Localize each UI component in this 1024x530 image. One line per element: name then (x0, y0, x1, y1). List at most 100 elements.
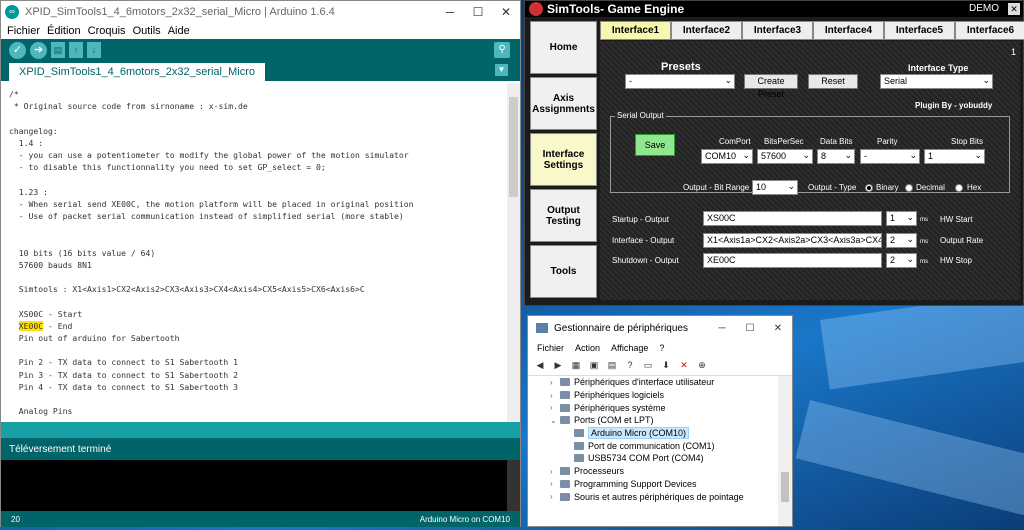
forward-icon[interactable]: ▶ (551, 359, 565, 372)
menu-action[interactable]: Action (575, 343, 600, 353)
tab-interface1[interactable]: Interface1 (600, 21, 671, 40)
tab-interface6[interactable]: Interface6 (955, 21, 1024, 40)
tree-label: USB5734 COM Port (COM4) (588, 453, 704, 464)
presets-select[interactable]: - ⌄ (625, 74, 735, 89)
nav-tools[interactable]: Tools (530, 245, 597, 298)
shutdown-ms-select[interactable]: 2 ⌄ (886, 253, 917, 268)
minimize-button[interactable]: ─ (708, 323, 736, 334)
properties-icon[interactable]: ▤ (605, 359, 619, 372)
interface-ms-value: 2 (890, 235, 896, 245)
stopbits-select[interactable]: 1 ⌄ (924, 149, 985, 164)
simtools-close-button[interactable]: ✕ (1008, 3, 1020, 15)
interface-output-input[interactable]: X1<Axis1a>CX2<Axis2a>CX3<Axis3a>CX4<Axis… (703, 233, 882, 248)
scan-icon[interactable]: ⊕ (695, 359, 709, 372)
tree-item[interactable]: › Programming Support Devices (528, 478, 780, 491)
tree-item[interactable]: › Souris et autres périphériques de point… (528, 490, 780, 503)
nav-home[interactable]: Home (530, 21, 597, 74)
menu-aide[interactable]: Aide (168, 25, 190, 37)
tab-interface3[interactable]: Interface3 (742, 21, 813, 40)
view-icon[interactable]: ▦ (569, 359, 583, 372)
maximize-button[interactable]: ☐ (464, 5, 492, 19)
chevron-down-icon: ⌄ (974, 150, 982, 160)
arduino-titlebar: ∞ XPID_SimTools1_4_6motors_2x32_serial_M… (1, 1, 520, 23)
tab-menu-icon[interactable]: ▼ (495, 64, 508, 76)
startup-input[interactable]: XS00C (703, 211, 882, 226)
menu-affichage[interactable]: Affichage (611, 343, 648, 353)
monitor-icon[interactable]: ▭ (641, 359, 655, 372)
console-scrollbar[interactable] (507, 460, 520, 511)
save-icon[interactable]: ↓ (87, 42, 101, 58)
devmgr-scrollbar[interactable] (778, 376, 792, 526)
line-number: 20 (11, 514, 20, 524)
devmgr-scroll-thumb[interactable] (781, 472, 789, 502)
radio-binary[interactable] (865, 184, 873, 192)
open-icon[interactable]: ↑ (69, 42, 83, 58)
menu-fichier[interactable]: Fichier (537, 343, 564, 353)
menu-croquis[interactable]: Croquis (88, 25, 126, 37)
menu-help[interactable]: ? (659, 343, 664, 353)
startup-ms-select[interactable]: 1 ⌄ (886, 211, 917, 226)
remove-icon[interactable]: ✕ (677, 359, 691, 372)
tree-item[interactable]: Port de communication (COM1) (528, 439, 780, 452)
databits-select[interactable]: 8 ⌄ (817, 149, 855, 164)
menu-fichier[interactable]: Fichier (7, 25, 40, 37)
simtools-window: SimTools - Game Engine DEMO ✕ Home Axis … (524, 0, 1024, 306)
nav-interface-settings[interactable]: Interface Settings (530, 133, 597, 186)
editor-scroll-thumb[interactable] (509, 97, 518, 197)
menu-edition[interactable]: Édition (47, 25, 81, 37)
nav-output-testing[interactable]: Output Testing (530, 189, 597, 242)
tree-item[interactable]: › Périphériques système (528, 401, 780, 414)
back-icon[interactable]: ◀ (533, 359, 547, 372)
code-text[interactable]: /* * Original source code from sirnoname… (1, 83, 520, 422)
update-driver-icon[interactable]: ⬇ (659, 359, 673, 372)
sketch-tab[interactable]: XPID_SimTools1_4_6motors_2x32_serial_Mic… (9, 63, 266, 81)
tree-item[interactable]: › Périphériques logiciels (528, 389, 780, 402)
interface-ms-select[interactable]: 2 ⌄ (886, 233, 917, 248)
device-manager-window: Gestionnaire de périphériques ─ ☐ ✕ Fich… (527, 315, 793, 527)
editor-divider[interactable] (1, 422, 520, 438)
editor-scrollbar[interactable] (507, 83, 520, 422)
interface-type-select[interactable]: Serial ⌄ (880, 74, 993, 89)
radio-hex[interactable] (955, 184, 963, 192)
tree-item[interactable]: ⌄ Ports (COM et LPT) (528, 414, 780, 427)
bps-select[interactable]: 57600 ⌄ (757, 149, 813, 164)
port-icon (574, 429, 584, 438)
tree-label: Processeurs (574, 466, 625, 477)
output-type-label: Output - Type (808, 183, 857, 192)
minimize-button[interactable]: ─ (436, 5, 464, 19)
tree-item[interactable]: › Processeurs (528, 465, 780, 478)
close-button[interactable]: ✕ (764, 323, 792, 334)
databits-value: 8 (821, 151, 827, 161)
nav-axis-assignments[interactable]: Axis Assignments (530, 77, 597, 130)
reset-button[interactable]: Reset (808, 74, 858, 89)
ms-unit: ms (920, 217, 928, 223)
refresh-icon[interactable]: ▣ (587, 359, 601, 372)
tree-item[interactable]: Arduino Micro (COM10) (528, 427, 780, 440)
stopbits-value: 1 (928, 151, 934, 161)
tab-interface2[interactable]: Interface2 (671, 21, 742, 40)
close-button[interactable]: ✕ (492, 5, 520, 19)
menu-outils[interactable]: Outils (133, 25, 161, 37)
highlighted-text: XE00C (18, 320, 44, 331)
bps-value: 57600 (761, 151, 787, 161)
parity-select[interactable]: - ⌄ (860, 149, 920, 164)
bitrange-select[interactable]: 10 ⌄ (752, 180, 798, 195)
new-icon[interactable]: ▤ (51, 42, 65, 58)
tree-item[interactable]: USB5734 COM Port (COM4) (528, 452, 780, 465)
create-preset-button[interactable]: Create Preset (744, 74, 798, 99)
upload-icon[interactable]: ➜ (30, 41, 47, 59)
serial-monitor-icon[interactable]: ⚲ (494, 42, 510, 58)
comport-select[interactable]: COM10 ⌄ (701, 149, 753, 164)
verify-icon[interactable]: ✓ (9, 41, 26, 59)
code-editor[interactable]: /* * Original source code from sirnoname… (1, 83, 520, 422)
radio-decimal[interactable] (905, 184, 913, 192)
programming-device-icon (560, 479, 570, 488)
board-port: Arduino Micro on COM10 (419, 514, 510, 524)
help-icon[interactable]: ? (623, 359, 637, 372)
tree-item[interactable]: › Périphériques d'interface utilisateur (528, 376, 780, 389)
save-button[interactable]: Save (635, 134, 675, 156)
tab-interface4[interactable]: Interface4 (813, 21, 884, 40)
maximize-button[interactable]: ☐ (736, 323, 764, 334)
tab-interface5[interactable]: Interface5 (884, 21, 955, 40)
shutdown-input[interactable]: XE00C (703, 253, 882, 268)
